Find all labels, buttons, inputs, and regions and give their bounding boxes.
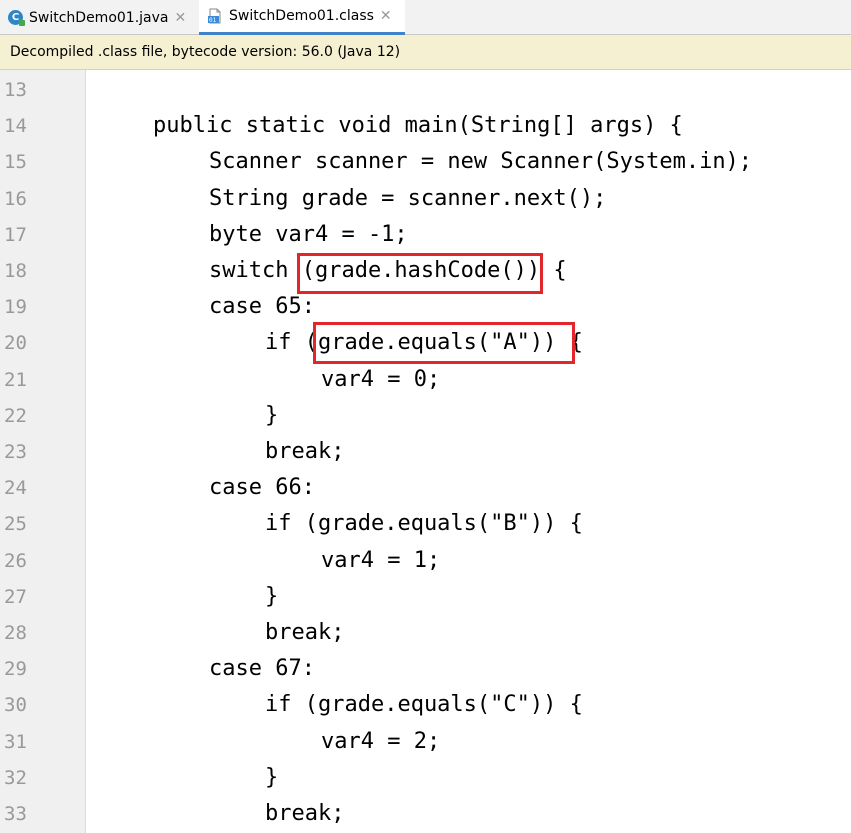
code-text[interactable]: } (265, 760, 278, 796)
code-text[interactable]: if (grade.equals("C")) { (265, 687, 583, 723)
banner-text: Decompiled .class file, bytecode version… (10, 44, 401, 60)
code-line[interactable]: 32} (0, 760, 851, 796)
code-text[interactable]: Scanner scanner = new Scanner(System.in)… (209, 144, 752, 180)
code-text[interactable]: break; (265, 615, 344, 651)
highlight-box-equals-a (313, 322, 575, 364)
code-line[interactable]: 24 case 66: (0, 470, 851, 506)
line-number: 20 (4, 332, 27, 355)
code-text[interactable]: byte var4 = -1; (209, 217, 408, 253)
close-icon[interactable]: ✕ (380, 8, 392, 24)
code-text[interactable]: var4 = 0; (321, 362, 440, 398)
class-file-icon: 01 (207, 8, 223, 24)
line-number: 32 (4, 766, 27, 789)
code-line[interactable]: 17 byte var4 = -1; (0, 217, 851, 253)
code-line[interactable]: 27} (0, 579, 851, 615)
code-line[interactable]: 15 Scanner scanner = new Scanner(System.i… (0, 144, 851, 180)
code-text[interactable]: case 65: (209, 289, 315, 325)
code-line[interactable]: 19 case 65: (0, 289, 851, 325)
line-number: 30 (4, 694, 27, 717)
line-number: 13 (4, 79, 27, 101)
line-number: 19 (4, 296, 27, 319)
code-line[interactable]: 33 break; (0, 796, 851, 832)
code-text[interactable]: case 67: (209, 651, 315, 687)
code-line[interactable]: 23 break; (0, 434, 851, 470)
line-number: 33 (4, 803, 27, 825)
code-line[interactable]: 22} (0, 398, 851, 434)
code-text[interactable]: case 66: (209, 470, 315, 506)
tab-switchdemo01-class[interactable]: 01 SwitchDemo01.class ✕ (199, 0, 405, 35)
editor-tab-bar: C SwitchDemo01.java ✕ 01 SwitchDemo01.cl… (0, 0, 851, 35)
code-line[interactable]: 25 if (grade.equals("B")) { (0, 506, 851, 542)
code-text[interactable]: break; (265, 796, 344, 832)
highlight-box-hashcode (297, 253, 543, 294)
line-number: 27 (4, 585, 27, 608)
close-icon[interactable]: ✕ (174, 10, 186, 26)
line-number: 29 (4, 658, 27, 681)
line-number: 21 (4, 368, 27, 391)
decompiled-notice-banner: Decompiled .class file, bytecode version… (0, 35, 851, 70)
line-number: 28 (4, 622, 27, 644)
line-number: 31 (4, 730, 27, 753)
code-line[interactable]: 16 String grade = scanner.next(); (0, 181, 851, 217)
tab-switchdemo01-java[interactable]: C SwitchDemo01.java ✕ (0, 0, 199, 35)
code-text[interactable]: } (265, 398, 278, 434)
line-number: 22 (4, 404, 27, 427)
code-line[interactable]: 31 var4 = 2; (0, 724, 851, 760)
code-text[interactable]: var4 = 2; (321, 724, 440, 760)
code-line[interactable]: 21 var4 = 0; (0, 362, 851, 398)
code-text[interactable]: var4 = 1; (321, 543, 440, 579)
code-line[interactable]: 30 if (grade.equals("C")) { (0, 687, 851, 723)
tab-label: SwitchDemo01.java (29, 9, 169, 26)
code-text[interactable]: if (grade.equals("B")) { (265, 506, 583, 542)
code-text[interactable]: break; (265, 434, 344, 470)
code-editor[interactable]: 13 14 public static void main(String[] arg… (0, 70, 851, 833)
code-line[interactable]: 28 break; (0, 615, 851, 651)
line-number: 26 (4, 549, 27, 572)
code-line[interactable]: 26 var4 = 1; (0, 543, 851, 579)
line-number: 18 (4, 260, 27, 282)
code-line[interactable]: 14 public static void main(String[] args)… (0, 108, 851, 144)
line-number: 17 (4, 223, 27, 246)
code-line[interactable]: 29 case 67: (0, 651, 851, 687)
line-number: 23 (4, 441, 27, 463)
line-number: 14 (4, 115, 27, 138)
code-line[interactable]: 13 (0, 72, 851, 108)
line-number: 15 (4, 151, 27, 174)
svg-text:01: 01 (209, 17, 217, 24)
code-text[interactable]: public static void main(String[] args) { (153, 108, 683, 144)
line-number: 24 (4, 477, 27, 500)
code-text[interactable]: } (265, 579, 278, 615)
java-class-icon: C (8, 10, 25, 26)
tab-label: SwitchDemo01.class (229, 8, 374, 24)
line-number: 16 (4, 187, 27, 210)
line-number: 25 (4, 513, 27, 536)
code-text[interactable]: String grade = scanner.next(); (209, 181, 606, 217)
